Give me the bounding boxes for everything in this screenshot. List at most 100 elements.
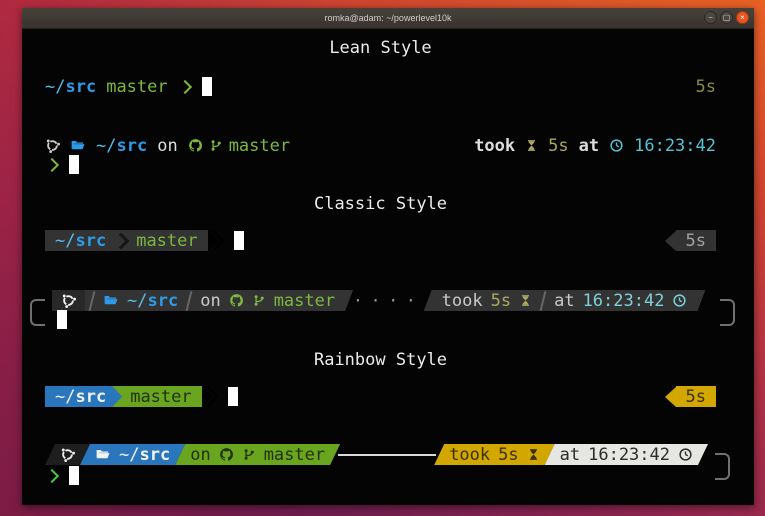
prompt-frame-right [720,299,735,326]
on-label: on [200,291,220,311]
clock-icon [609,138,624,153]
classic-prompt-basic: ~/src master 5s [45,230,716,251]
prompt-frame-right [715,453,730,480]
block-cursor [69,466,79,485]
duration-text: 5s [548,136,568,156]
thin-separator-icon [89,291,96,311]
section-title-rainbow: Rainbow Style [45,349,716,370]
prompt-frame-left [30,299,45,326]
prompt-gap: ···· [353,291,424,310]
dir-name: src [116,136,147,156]
block-cursor [69,155,79,174]
git-branch-icon [209,138,223,153]
thin-separator-icon [540,291,547,311]
maximize-button[interactable]: ▢ [720,11,733,24]
titlebar[interactable]: romka@adam: ~/powerlevel10k − ▢ × [22,8,754,29]
vcs-segment: master [188,136,290,156]
took-label: took [474,136,515,156]
folder-icon [95,447,111,462]
duration-text: 5s [686,387,706,407]
prompt-chevron-icon [45,468,59,482]
classic-prompt-input-line [45,309,716,330]
github-icon [219,447,234,462]
dir-segment: ~/src [45,386,122,407]
at-label: at [554,291,574,311]
duration-text: 5s [686,231,706,251]
rainbow-prompt-basic: ~/src master 5s [45,386,716,407]
vcs-segment: on master [175,444,340,465]
hourglass-icon [525,138,538,153]
dir-name: src [75,231,106,251]
dir-segment: ~/src [127,291,178,311]
thin-separator-icon [186,291,193,311]
block-cursor [57,310,67,329]
folder-icon [70,138,86,153]
at-label: at [579,136,599,156]
on-label: on [157,136,177,156]
duration-segment: 5s [676,230,716,251]
at-label: at [560,445,580,465]
os-ubuntu-icon [61,293,76,308]
branch-name: master [274,291,335,311]
folder-icon [103,293,119,308]
powerline-bar: ~/src master [45,230,208,251]
gap-dots: ···· [353,291,424,310]
time-text: 16:23:42 [634,136,716,156]
dir-name: src [75,387,106,407]
dir-name: src [65,77,96,97]
time-text: 16:23:42 [588,445,670,465]
segment-start-arrow-icon [665,387,676,407]
segment-end-arrow-icon [208,230,224,251]
prompt-chevron-icon [45,157,59,171]
duration-text: 5s [491,291,511,311]
rainbow-prompt-icons: ~/src on master took 5s at 16:23: [45,444,716,465]
segment-start-arrow-icon [665,231,676,251]
window-controls: − ▢ × [704,11,749,24]
dir-prefix: ~/ [96,136,116,156]
desktop: { "window": { "title": "romka@adam: ~/po… [0,0,765,516]
terminal-window: romka@adam: ~/powerlevel10k − ▢ × Lean S… [22,8,754,505]
branch-name: master [136,231,197,251]
powerline-bar-left: ~/src on master [52,290,353,311]
dir-prefix: ~/ [127,291,147,311]
branch-name: master [229,136,290,156]
hourglass-icon [519,293,532,308]
dir-segment: ~/src [45,77,96,97]
block-cursor [202,77,212,96]
git-branch-icon [252,293,266,308]
classic-prompt-icons: ~/src on master ···· took 5s at [45,290,716,311]
took-label: took [442,291,483,311]
rainbow-prompt-input-line [45,465,716,486]
framed-prompt-line: ~/src on master ···· took 5s at [45,290,721,311]
time-text: 16:23:42 [583,291,665,311]
clock-icon [672,293,687,308]
dir-segment: ~/src [55,231,106,251]
dir-segment: ~/src [80,444,185,465]
time-segment: at 16:23:42 [545,444,708,465]
github-icon [229,293,244,308]
branch-name: master [106,77,167,97]
close-button[interactable]: × [736,11,749,24]
block-cursor [234,231,244,250]
vcs-segment: master [112,386,201,407]
os-segment [52,290,85,311]
minimize-button[interactable]: − [704,11,717,24]
dir-name: src [139,445,170,465]
terminal-content[interactable]: Lean Style ~/src master 5s ~/src on mas [22,29,754,505]
prompt-gap-line [338,454,436,456]
os-ubuntu-icon [60,447,75,462]
framed-prompt-line: ~/src on master took 5s at 16:23: [45,444,716,465]
dir-segment: ~/src [96,136,147,156]
hourglass-icon [527,447,540,462]
duration-text: 5s [498,445,518,465]
lean-prompt-basic: ~/src master 5s [45,76,716,97]
branch-name: master [130,387,191,407]
dir-prefix: ~/ [55,231,75,251]
segment-end-arrow-icon [202,386,218,407]
duration-text: 5s [696,77,716,97]
os-ubuntu-icon [45,138,60,153]
prompt-chevron-icon [178,79,192,93]
section-title-lean: Lean Style [45,37,716,58]
duration-segment: took 5s [434,444,554,465]
on-label: on [190,445,210,465]
